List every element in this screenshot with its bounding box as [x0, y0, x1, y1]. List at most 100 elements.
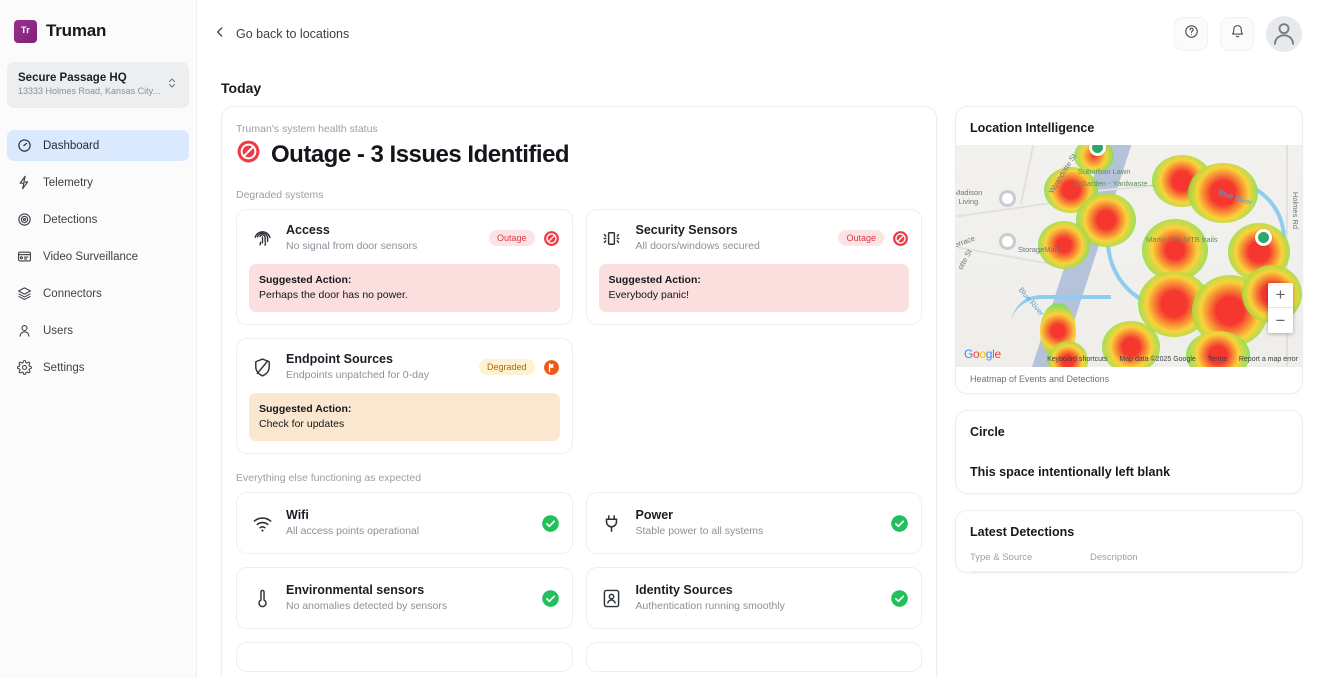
map-zoom-controls[interactable]: + −	[1268, 283, 1293, 333]
service-text: Endpoint Sources Endpoints unpatched for…	[286, 351, 468, 383]
chevron-up-down-icon	[166, 76, 178, 94]
ok-systems-grid-2: Environmental sensors No anomalies detec…	[236, 567, 922, 629]
bolt-icon	[17, 175, 32, 190]
location-intelligence-card: Location Intelligence	[955, 106, 1303, 394]
health-column: Truman's system health status Outage - 3…	[221, 106, 937, 678]
column-header-description: Description	[1090, 552, 1138, 563]
map-label: r Living	[956, 197, 978, 206]
go-back-to-locations-link[interactable]: Go back to locations	[213, 25, 349, 44]
service-text: Environmental sensors No anomalies detec…	[286, 582, 530, 614]
map-zoom-out-button[interactable]: −	[1268, 308, 1293, 333]
sidebar-item-connectors[interactable]: Connectors	[7, 278, 189, 309]
service-name: Access	[286, 222, 478, 238]
service-card-power[interactable]: Power Stable power to all systems	[586, 492, 923, 554]
location-switcher[interactable]: Secure Passage HQ 13333 Holmes Road, Kan…	[7, 62, 189, 108]
sidebar-item-users[interactable]: Users	[7, 315, 189, 346]
heatmap-map[interactable]: Wyandotte St Suburban Lawn & Garden - Ya…	[956, 145, 1302, 367]
service-name: Security Sensors	[636, 222, 828, 238]
latest-detections-title: Latest Detections	[970, 525, 1288, 539]
flag-icon	[543, 359, 560, 376]
service-card-wifi[interactable]: Wifi All access points operational	[236, 492, 573, 554]
sidebar-nav: Dashboard Telemetry Detections Video Sur…	[0, 130, 196, 383]
terms-link[interactable]: Terms	[1208, 356, 1227, 363]
topbar-actions	[1174, 16, 1302, 52]
status-badge: Outage	[838, 230, 884, 246]
logo-symbol: Tr	[14, 25, 37, 35]
sidebar-item-settings[interactable]: Settings	[7, 352, 189, 383]
sidebar-item-video-surveillance[interactable]: Video Surveillance	[7, 241, 189, 272]
latest-detections-card: Latest Detections Type & Source Descript…	[955, 510, 1303, 573]
service-description: No anomalies detected by sensors	[286, 599, 530, 614]
sidebar-item-detections[interactable]: Detections	[7, 204, 189, 235]
service-description: All doors/windows secured	[636, 239, 828, 254]
back-link-label: Go back to locations	[236, 27, 349, 41]
service-card-security-sensors[interactable]: Security Sensors All doors/windows secur…	[586, 209, 923, 325]
service-card-environmental-sensors[interactable]: Environmental sensors No anomalies detec…	[236, 567, 573, 629]
suggested-action: Suggested Action: Check for updates	[249, 393, 560, 441]
system-health-card: Truman's system health status Outage - 3…	[221, 106, 937, 678]
service-description: No signal from door sensors	[286, 239, 478, 254]
map-label: & Garden - Yardwaste…	[1074, 179, 1155, 188]
location-address: 13333 Holmes Road, Kansas City, …	[18, 85, 163, 98]
sidebar-item-telemetry[interactable]: Telemetry	[7, 167, 189, 198]
dashboard-columns: Truman's system health status Outage - 3…	[197, 106, 1326, 678]
chevron-left-icon	[213, 25, 227, 44]
map-poi[interactable]	[999, 233, 1016, 250]
suggested-action: Suggested Action: Perhaps the door has n…	[249, 264, 560, 312]
sidebar-item-dashboard[interactable]: Dashboard	[7, 130, 189, 161]
map-zoom-in-button[interactable]: +	[1268, 283, 1293, 308]
degraded-systems-grid: Access No signal from door sensors Outag…	[236, 209, 922, 454]
report-map-error-link[interactable]: Report a map error	[1239, 356, 1298, 363]
help-button[interactable]	[1174, 17, 1208, 51]
map-poi[interactable]	[999, 190, 1016, 207]
service-status: Outage	[489, 230, 560, 247]
sidebar-item-label: Users	[43, 325, 73, 337]
grid-empty-slot	[586, 338, 923, 454]
sidebar: Tr Truman Secure Passage HQ 13333 Holmes…	[0, 0, 197, 678]
service-card-endpoint-sources[interactable]: Endpoint Sources Endpoints unpatched for…	[236, 338, 573, 454]
service-description: All access points operational	[286, 524, 530, 539]
health-subtitle: Truman's system health status	[236, 123, 922, 135]
service-name: Power	[636, 507, 880, 523]
circle-card-title: Circle	[970, 425, 1288, 439]
avatar[interactable]	[1266, 16, 1302, 52]
notifications-button[interactable]	[1220, 17, 1254, 51]
sidebar-item-label: Settings	[43, 362, 85, 374]
status-badge: Outage	[489, 230, 535, 246]
service-name: Environmental sensors	[286, 582, 530, 598]
service-name: Wifi	[286, 507, 530, 523]
service-status: Degraded	[479, 359, 560, 376]
service-card-access[interactable]: Access No signal from door sensors Outag…	[236, 209, 573, 325]
sidebar-item-label: Detections	[43, 214, 97, 226]
health-status-title: Outage - 3 Issues Identified	[236, 139, 922, 171]
service-card-partial-2[interactable]	[586, 642, 923, 672]
check-circle-icon	[541, 589, 560, 608]
heatmap-caption: Heatmap of Events and Detections	[956, 367, 1302, 393]
main-content: Go back to locations	[197, 0, 1326, 678]
service-name: Identity Sources	[636, 582, 880, 598]
ok-systems-grid-3	[236, 642, 922, 672]
no-entry-icon	[236, 139, 261, 171]
column-header-type-source: Type & Source	[970, 552, 1090, 563]
page-title: Today	[197, 68, 1326, 106]
service-card-partial-1[interactable]	[236, 642, 573, 672]
google-letter: G	[964, 347, 973, 361]
shield-slash-icon	[249, 354, 275, 380]
map-label: Madison	[956, 188, 982, 197]
service-text: Wifi All access points operational	[286, 507, 530, 539]
gauge-icon	[17, 138, 32, 153]
check-circle-icon	[890, 514, 909, 533]
brand[interactable]: Tr Truman	[0, 0, 196, 48]
brand-name: Truman	[46, 21, 106, 41]
map-poi-park[interactable]	[1255, 229, 1272, 246]
suggested-action-title: Suggested Action:	[259, 402, 550, 417]
service-card-identity-sources[interactable]: Identity Sources Authentication running …	[586, 567, 923, 629]
service-text: Security Sensors All doors/windows secur…	[636, 222, 828, 254]
user-avatar-icon	[1269, 17, 1299, 52]
layers-icon	[17, 286, 32, 301]
keyboard-shortcuts-link[interactable]: Keyboard shortcuts	[1047, 356, 1107, 363]
map-attribution: Keyboard shortcuts Map data ©2025 Google…	[1047, 356, 1298, 363]
service-description: Stable power to all systems	[636, 524, 880, 539]
suggested-action: Suggested Action: Everybody panic!	[599, 264, 910, 312]
location-intelligence-title: Location Intelligence	[970, 121, 1288, 135]
